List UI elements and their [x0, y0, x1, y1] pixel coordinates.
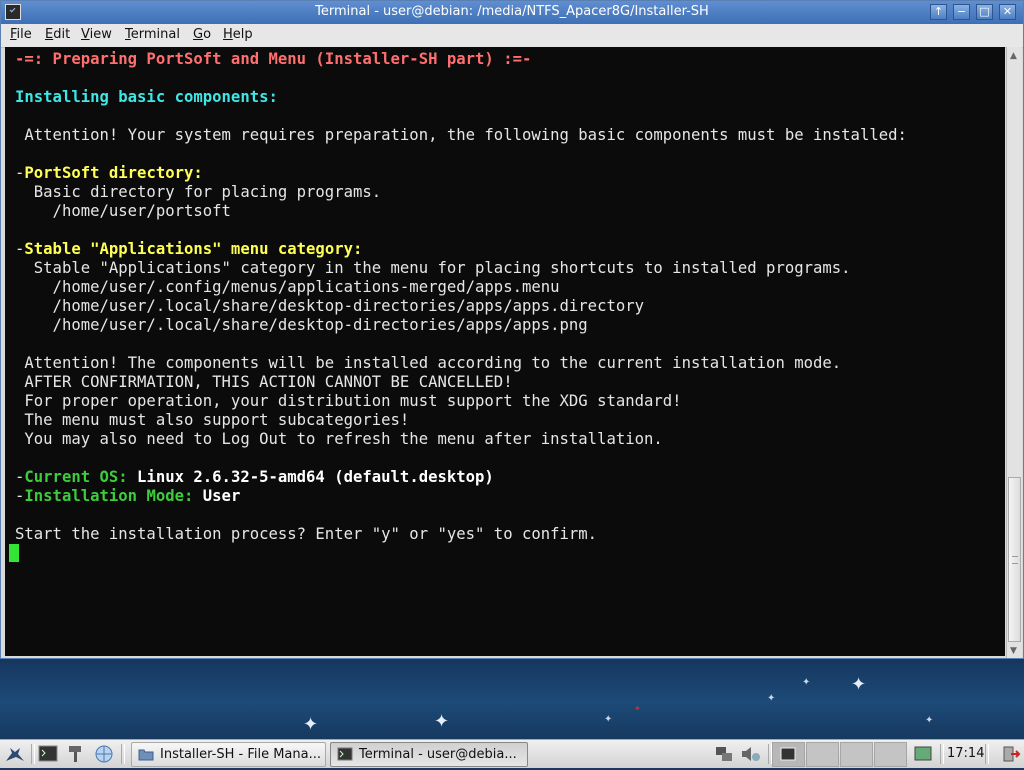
menu-heading: -Stable "Applications" menu category:: [15, 240, 362, 259]
confirm-prompt: Start the installation process? Enter "y…: [15, 525, 598, 543]
star-decoration: ✦: [434, 711, 450, 732]
star-decoration: ✦: [802, 677, 811, 688]
task-label: Installer-SH - File Mana...: [160, 747, 321, 762]
workspace-3[interactable]: [840, 742, 873, 767]
install-mode-label: Installation Mode:: [24, 487, 194, 505]
taskbar-separator: [121, 744, 125, 764]
bullet-dash: -: [15, 468, 25, 486]
menu-path-2: /home/user/.local/share/desktop-director…: [15, 297, 645, 315]
terminal-icon: [337, 747, 353, 762]
grip-icon: [1012, 556, 1018, 564]
workspace-2[interactable]: [806, 742, 839, 767]
minimize-button[interactable]: −: [953, 4, 970, 20]
header-line: -=: Preparing PortSoft and Menu (Install…: [15, 50, 532, 68]
terminal-output[interactable]: -=: Preparing PortSoft and Menu (Install…: [5, 47, 1005, 656]
taskbar: Installer-SH - File Mana... Terminal - u…: [0, 739, 1024, 768]
current-os-label: Current OS:: [24, 468, 128, 486]
terminal-window: Terminal - user@debian: /media/NTFS_Apac…: [0, 0, 1024, 659]
volume-icon[interactable]: [740, 745, 760, 763]
menubar: File Edit View Terminal Go Help: [1, 24, 1023, 48]
terminal-cursor: [9, 544, 19, 562]
star-decoration: ✦: [604, 714, 613, 725]
install-mode-value: User: [193, 487, 241, 505]
menu-help-label: elp: [232, 27, 253, 42]
workspace-1[interactable]: [772, 742, 805, 767]
task-terminal[interactable]: Terminal - user@debia...: [330, 742, 528, 767]
scrollbar-thumb[interactable]: [1008, 477, 1021, 642]
menu-edit-mnemonic: E: [45, 27, 54, 42]
menu-desc: Stable "Applications" category in the me…: [15, 259, 851, 277]
menu-path-3: /home/user/.local/share/desktop-director…: [15, 316, 588, 334]
install-mode-line: -Installation Mode: User: [15, 487, 240, 506]
menu-path-1: /home/user/.config/menus/applications-me…: [15, 278, 560, 296]
web-browser-icon[interactable]: [94, 745, 114, 763]
menu-help-mnemonic: H: [223, 27, 233, 42]
bullet-dash: -: [15, 487, 25, 505]
paint-brush-icon[interactable]: [66, 745, 86, 763]
portsoft-title: PortSoft directory:: [24, 164, 203, 182]
maximize-button[interactable]: □: [976, 4, 993, 20]
menu-view-mnemonic: V: [81, 27, 90, 42]
terminal-launcher-icon[interactable]: [38, 745, 58, 763]
portsoft-heading: -PortSoft directory:: [15, 164, 203, 183]
taskbar-separator: [31, 744, 35, 764]
menu-go-mnemonic: G: [193, 27, 204, 42]
star-decoration: ✦: [767, 693, 776, 704]
logout-icon[interactable]: [1001, 745, 1021, 763]
portsoft-path: /home/user/portsoft: [15, 202, 231, 220]
keep-above-button[interactable]: ↑: [930, 4, 947, 20]
star-decoration: ✦: [303, 714, 319, 735]
star-decoration: ✦: [634, 704, 641, 713]
scroll-down-arrow-icon[interactable]: ▼: [1010, 646, 1017, 656]
taskbar-separator: [940, 744, 944, 764]
task-file-manager[interactable]: Installer-SH - File Mana...: [131, 742, 326, 767]
bullet-dash: -: [15, 164, 25, 182]
menu-view-label: iew: [89, 27, 112, 42]
bullet-dash: -: [15, 240, 25, 258]
note-line-5: You may also need to Log Out to refresh …: [15, 430, 663, 448]
show-desktop-icon[interactable]: [913, 745, 933, 763]
section-line: Installing basic components:: [15, 88, 278, 106]
current-os-value: Linux 2.6.32-5-amd64 (default.desktop): [127, 468, 494, 486]
menu-go[interactable]: Go: [193, 27, 211, 42]
current-os-line: -Current OS: Linux 2.6.32-5-amd64 (defau…: [15, 468, 494, 487]
taskbar-separator: [985, 744, 989, 764]
window-title: Terminal - user@debian: /media/NTFS_Apac…: [315, 4, 709, 19]
menu-view[interactable]: View: [81, 27, 112, 42]
note-line-2: AFTER CONFIRMATION, THIS ACTION CANNOT B…: [15, 373, 513, 391]
star-decoration: ✦: [851, 674, 867, 695]
portsoft-desc: Basic directory for placing programs.: [15, 183, 382, 201]
menu-go-label: o: [203, 27, 212, 42]
clock[interactable]: 17:14: [947, 746, 984, 761]
star-decoration: ✦: [925, 715, 934, 726]
workspace-4[interactable]: [874, 742, 907, 767]
note-line-4: The menu must also support subcategories…: [15, 411, 410, 429]
terminal-scrollbar[interactable]: ▲ ▼: [1006, 47, 1022, 658]
scroll-up-arrow-icon[interactable]: ▲: [1010, 51, 1017, 61]
menu-help[interactable]: Help: [223, 27, 253, 42]
menu-edit-label: dit: [53, 27, 71, 42]
attention-line: Attention! Your system requires preparat…: [15, 126, 907, 144]
menu-file[interactable]: File: [10, 27, 32, 42]
task-label: Terminal - user@debia...: [359, 747, 517, 762]
menu-terminal-label: erminal: [130, 27, 180, 42]
start-menu-icon[interactable]: [4, 745, 24, 763]
desktop-background: ✦ ✦ ✦ ✦ ✦ ✦ ✦ ✦: [0, 657, 1024, 739]
folder-icon: [138, 747, 154, 762]
menu-category-title: Stable "Applications" menu category:: [24, 240, 363, 258]
network-icon[interactable]: [714, 745, 734, 763]
menu-terminal[interactable]: Terminal: [125, 27, 180, 42]
window-titlebar[interactable]: Terminal - user@debian: /media/NTFS_Apac…: [1, 1, 1023, 24]
note-line-3: For proper operation, your distribution …: [15, 392, 682, 410]
close-button[interactable]: ✕: [999, 4, 1016, 20]
menu-edit[interactable]: Edit: [45, 27, 70, 42]
note-line-1: Attention! The components will be instal…: [15, 354, 842, 372]
menu-file-label: ile: [16, 27, 32, 42]
